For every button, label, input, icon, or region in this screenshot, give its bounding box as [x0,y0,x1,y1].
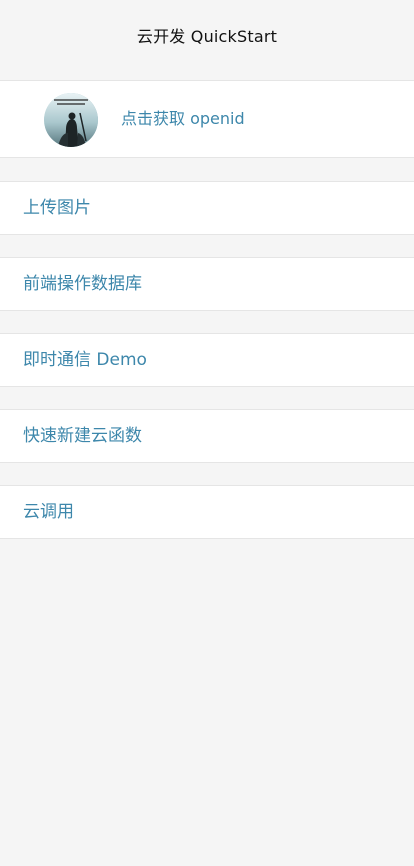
get-openid-button[interactable]: 点击获取 openid [121,108,245,130]
menu-item-label: 上传图片 [23,198,91,218]
avatar-icon [44,93,98,147]
menu-item-label: 前端操作数据库 [23,274,142,294]
menu-item-label: 云调用 [23,502,74,522]
navigation-bar: 云开发 QuickStart [0,0,414,64]
menu-item-label: 即时通信 Demo [23,350,147,370]
menu-item-create-cloud-function[interactable]: 快速新建云函数 [0,409,414,463]
menu-item-label: 快速新建云函数 [23,426,142,446]
userinfo-card: 点击获取 openid [0,80,414,158]
menu-item-cloud-call[interactable]: 云调用 [0,485,414,539]
menu-item-database[interactable]: 前端操作数据库 [0,257,414,311]
menu-item-im-demo[interactable]: 即时通信 Demo [0,333,414,387]
avatar[interactable] [44,93,98,147]
page-title: 云开发 QuickStart [136,27,278,46]
menu-item-upload-image[interactable]: 上传图片 [0,181,414,235]
